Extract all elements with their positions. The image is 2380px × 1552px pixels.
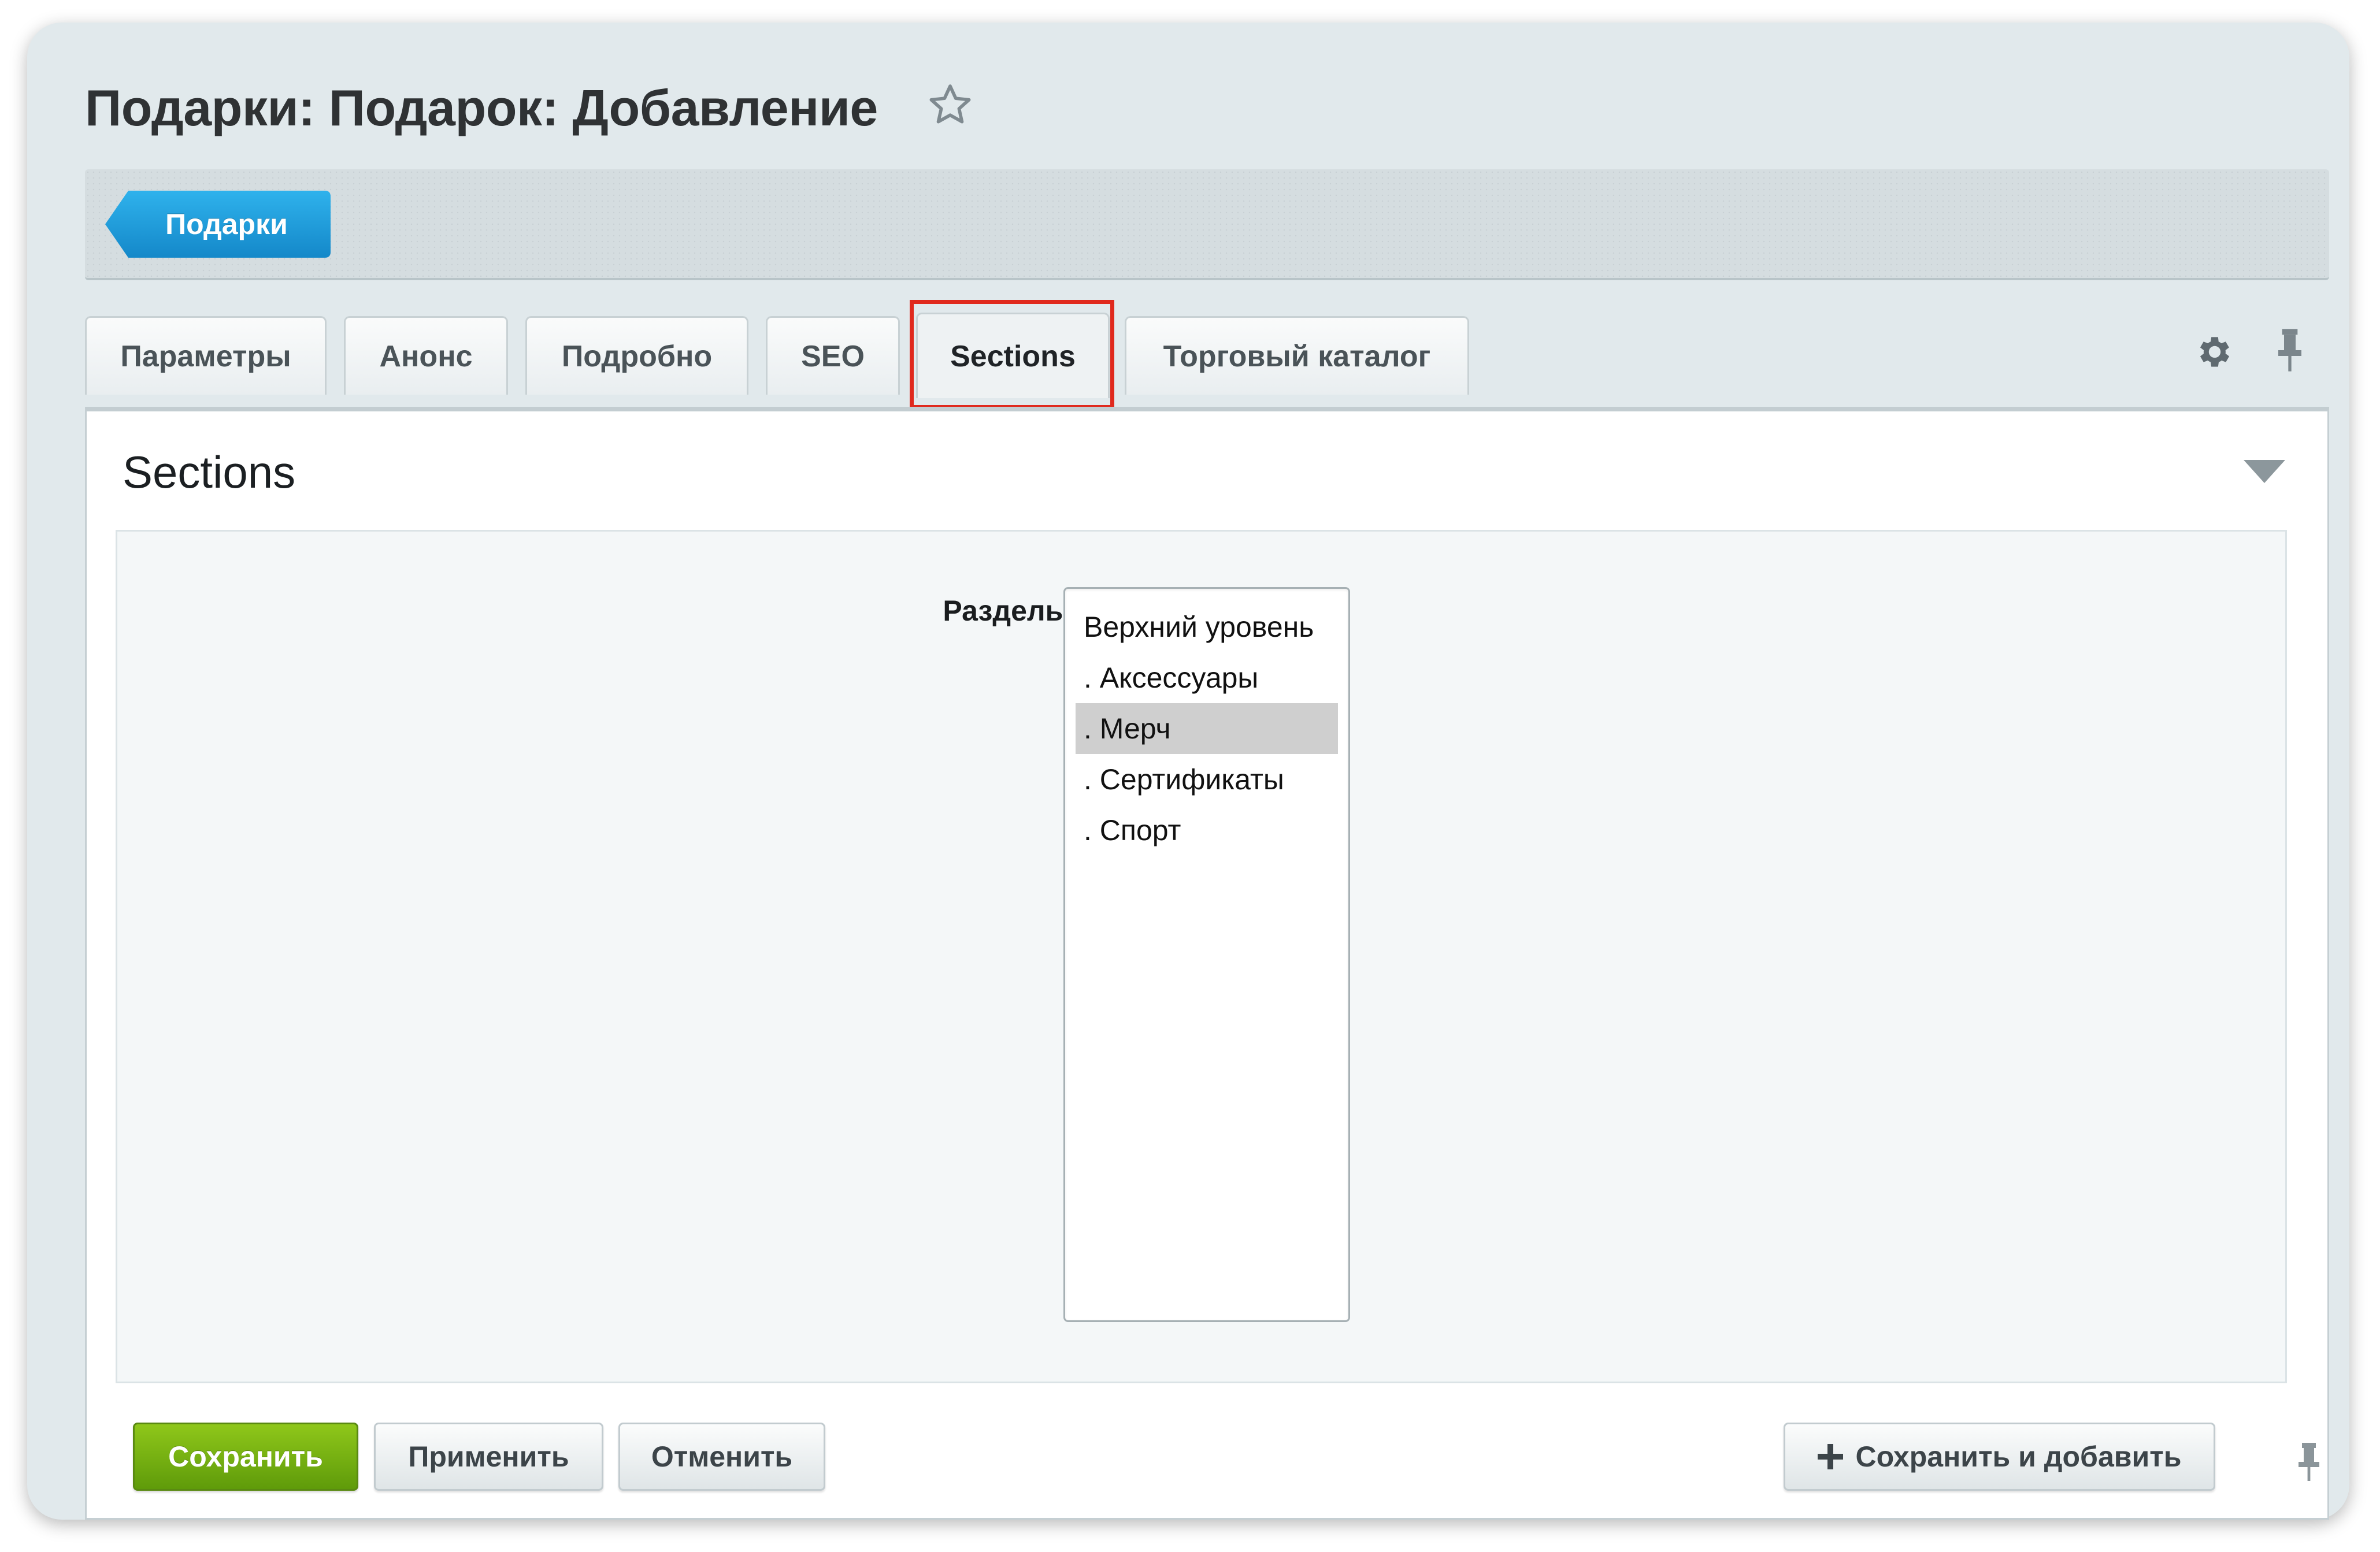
- list-option-certificates[interactable]: . Сертификаты: [1076, 754, 1338, 805]
- breadcrumb: [85, 169, 2329, 280]
- list-option-top-level[interactable]: Верхний уровень: [1076, 602, 1338, 652]
- cancel-button[interactable]: Отменить: [618, 1423, 825, 1491]
- star-icon[interactable]: [925, 80, 975, 130]
- breadcrumb-item-gifts[interactable]: Подарки: [105, 191, 331, 258]
- collapse-arrow-icon[interactable]: [2244, 460, 2285, 483]
- sections-listbox[interactable]: Верхний уровень . Аксессуары . Мерч . Се…: [1063, 587, 1350, 1322]
- tab-parameters[interactable]: Параметры: [85, 316, 327, 395]
- sections-panel: Sections Разделы: Верхний уровень . Аксе…: [85, 407, 2329, 1520]
- list-option-sport[interactable]: . Спорт: [1076, 805, 1338, 856]
- tab-announce[interactable]: Анонс: [344, 316, 508, 395]
- list-option-accessories[interactable]: . Аксессуары: [1076, 652, 1338, 703]
- fields-area: Разделы: Верхний уровень . Аксессуары . …: [116, 530, 2287, 1383]
- pin-icon[interactable]: [2270, 327, 2310, 373]
- apply-button[interactable]: Применить: [374, 1423, 603, 1491]
- active-tab-highlight: [910, 300, 1114, 409]
- pin-icon[interactable]: [2292, 1439, 2326, 1485]
- admin-window: Подарки: Подарок: Добавление Подарки Пар…: [27, 23, 2349, 1520]
- sections-field-label: Разделы:: [943, 595, 1080, 627]
- save-and-add-label: Сохранить и добавить: [1855, 1440, 2182, 1473]
- save-and-add-button[interactable]: Сохранить и добавить: [1784, 1423, 2215, 1491]
- section-title: Sections: [123, 447, 296, 497]
- list-option-merch[interactable]: . Мерч: [1076, 703, 1338, 754]
- tab-details[interactable]: Подробно: [525, 316, 748, 395]
- settings-gear-icon[interactable]: [2194, 332, 2235, 372]
- tab-trade-catalog[interactable]: Торговый каталог: [1125, 316, 1469, 395]
- save-button[interactable]: Сохранить: [133, 1423, 358, 1491]
- page-title: Подарки: Подарок: Добавление: [85, 79, 878, 136]
- tab-seo[interactable]: SEO: [766, 316, 900, 395]
- breadcrumb-label: Подарки: [165, 208, 288, 240]
- plus-icon: [1817, 1444, 1843, 1469]
